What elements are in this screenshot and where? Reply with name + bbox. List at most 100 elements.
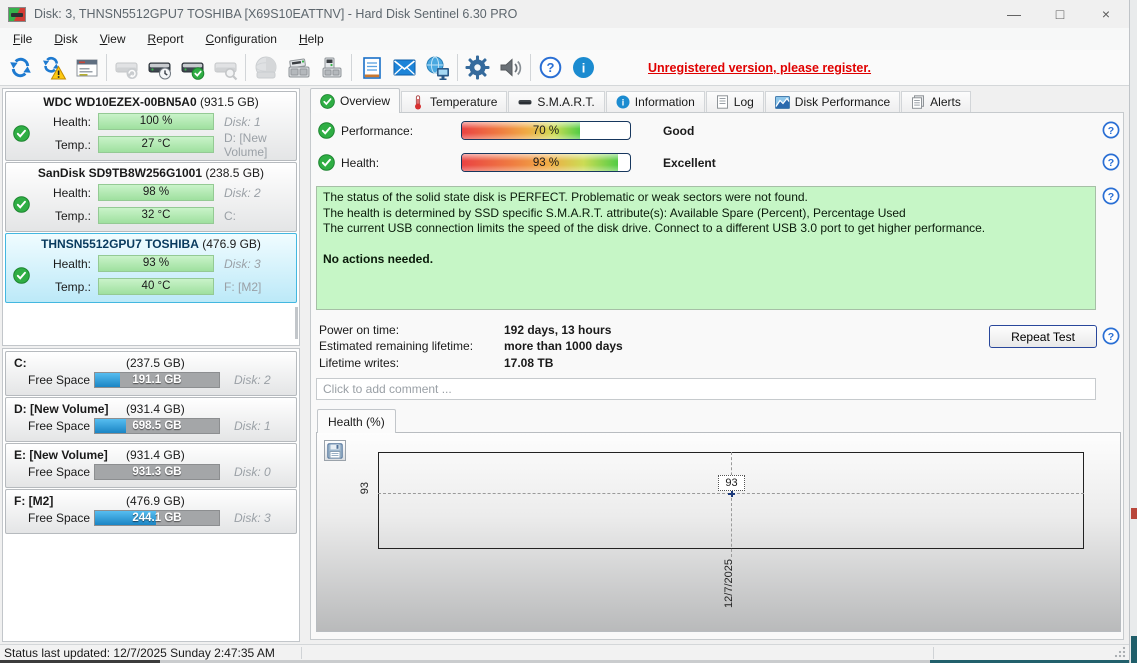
- health-row: Health: 93 % Excellent ?: [311, 153, 1123, 173]
- chart-tab-health[interactable]: Health (%): [317, 409, 396, 433]
- help-icon[interactable]: ?: [1102, 327, 1120, 345]
- point-value-label: 93: [718, 475, 745, 491]
- minimize-button[interactable]: —: [991, 0, 1037, 28]
- free-space-bar: 191.1 GB: [94, 372, 220, 388]
- disk-check-icon[interactable]: [176, 52, 209, 83]
- menu-view[interactable]: View: [89, 30, 137, 48]
- partition-list: C:(237.5 GB) Free Space 191.1 GB Disk: 2…: [2, 348, 300, 642]
- partition-item-c[interactable]: C:(237.5 GB) Free Space 191.1 GB Disk: 2: [5, 351, 297, 396]
- disk-volume: D: [New Volume]: [214, 131, 296, 159]
- register-link[interactable]: Unregistered version, please register.: [648, 61, 871, 75]
- tab-information[interactable]: i Information: [606, 91, 705, 113]
- health-value: 93 %: [462, 154, 630, 172]
- refresh-icon[interactable]: [4, 52, 37, 83]
- thermometer-icon: [411, 95, 425, 110]
- health-chart-panel: 93 12/7/2025 93: [316, 432, 1121, 632]
- chart-gridline-vertical: [731, 452, 732, 557]
- sidebar: WDC WD10EZEX-00BN5A0 (931.5 GB) Health: …: [2, 86, 302, 644]
- disk-undo-icon[interactable]: [110, 52, 143, 83]
- menu-configuration[interactable]: Configuration: [195, 30, 288, 48]
- health-ok-icon: [13, 267, 30, 284]
- partition-name: E: [New Volume]: [14, 448, 126, 462]
- maximize-button[interactable]: □: [1037, 0, 1083, 28]
- alerts-pages-icon: [911, 95, 925, 109]
- performance-row: Performance: 70 % Good ?: [311, 121, 1123, 141]
- y-axis-tick: 93: [359, 482, 371, 494]
- power-on-time-label: Power on time:: [319, 323, 499, 337]
- partition-name: F: [M2]: [14, 494, 126, 508]
- resize-grip[interactable]: [1114, 646, 1126, 658]
- tab-smart[interactable]: S.M.A.R.T.: [508, 91, 604, 113]
- sound-icon[interactable]: [494, 52, 527, 83]
- help-icon[interactable]: ?: [1102, 187, 1120, 205]
- settings-gear-icon[interactable]: [461, 52, 494, 83]
- info-icon[interactable]: i: [567, 52, 600, 83]
- disk-volume: C:: [214, 209, 296, 223]
- help-icon[interactable]: ?: [1102, 153, 1120, 171]
- disk-list-scrollbar[interactable]: [295, 307, 298, 339]
- health-label: Health:: [36, 257, 98, 271]
- disk-number: Disk: 1: [214, 115, 296, 129]
- no-actions-text: No actions needed.: [323, 252, 1089, 268]
- toolbar-separator: [351, 54, 352, 81]
- background-window-edge: [1129, 0, 1137, 663]
- email-icon[interactable]: [388, 52, 421, 83]
- tab-log[interactable]: Log: [706, 91, 764, 113]
- disk-number: Disk: 2: [214, 186, 296, 200]
- disk-size: (931.5 GB): [200, 95, 259, 109]
- disk-list: WDC WD10EZEX-00BN5A0 (931.5 GB) Health: …: [2, 88, 300, 346]
- tab-disk-performance[interactable]: Disk Performance: [765, 91, 900, 113]
- free-space-label: Free Space: [28, 373, 94, 387]
- performance-rating: Good: [663, 124, 694, 138]
- surface-sphere-icon[interactable]: [249, 52, 282, 83]
- health-rating: Excellent: [663, 156, 716, 170]
- tab-bar: Overview Temperature S.M.A.R.T. i Inform…: [310, 88, 972, 113]
- partition-item-e[interactable]: E: [New Volume](931.4 GB) Free Space 931…: [5, 443, 297, 488]
- tab-temperature[interactable]: Temperature: [401, 91, 507, 113]
- temp-bar: 27 °C: [98, 136, 214, 153]
- partition-size: (476.9 GB): [126, 494, 185, 508]
- disk-eject-icon[interactable]: [315, 52, 348, 83]
- tab-alerts[interactable]: Alerts: [901, 91, 971, 113]
- disk-list-item-2[interactable]: SanDisk SD9TB8W256G1001 (238.5 GB) Healt…: [5, 162, 297, 232]
- overview-panel: Performance: 70 % Good ? Health: 93 % Ex…: [310, 112, 1124, 640]
- disk-clock-icon[interactable]: [143, 52, 176, 83]
- health-ok-icon: [13, 125, 30, 142]
- disk-list-item-3-selected[interactable]: THNSN5512GPU7 TOSHIBA (476.9 GB) Health:…: [5, 233, 297, 303]
- help-icon[interactable]: ?: [1102, 121, 1120, 139]
- menu-disk[interactable]: Disk: [43, 30, 88, 48]
- help-icon[interactable]: ?: [534, 52, 567, 83]
- notes-icon[interactable]: [355, 52, 388, 83]
- free-space-bar: 244.1 GB: [94, 510, 220, 526]
- menu-help[interactable]: Help: [288, 30, 335, 48]
- refresh-warning-icon[interactable]: [37, 52, 70, 83]
- partition-size: (931.4 GB): [126, 448, 185, 462]
- tab-overview[interactable]: Overview: [310, 88, 400, 113]
- menu-file[interactable]: File: [2, 30, 43, 48]
- health-bar: 93 %: [98, 255, 214, 272]
- menu-report[interactable]: Report: [137, 30, 195, 48]
- comment-input[interactable]: [316, 378, 1096, 400]
- performance-bar: 70 %: [461, 121, 631, 140]
- health-ok-icon: [13, 196, 30, 213]
- repeat-test-button[interactable]: Repeat Test: [989, 325, 1097, 348]
- toolbar: ? i Unregistered version, please registe…: [0, 50, 1129, 86]
- disk-number: Disk: 3: [214, 257, 296, 271]
- app-window: Disk: 3, THNSN5512GPU7 TOSHIBA [X69S10EA…: [0, 0, 1129, 660]
- disk-model: THNSN5512GPU7 TOSHIBA: [41, 237, 199, 251]
- disk-dock-icon[interactable]: [282, 52, 315, 83]
- status-text-box: The status of the solid state disk is PE…: [316, 186, 1096, 310]
- partition-item-d[interactable]: D: [New Volume](931.4 GB) Free Space 698…: [5, 397, 297, 442]
- health-label: Health:: [341, 156, 379, 170]
- disk-search-icon[interactable]: [209, 52, 242, 83]
- save-chart-button[interactable]: [324, 440, 346, 461]
- status-bar: Status last updated: 12/7/2025 Sunday 2:…: [0, 644, 1129, 660]
- close-button[interactable]: ×: [1083, 0, 1129, 28]
- network-icon[interactable]: [421, 52, 454, 83]
- report-window-icon[interactable]: [70, 52, 103, 83]
- partition-item-f[interactable]: F: [M2](476.9 GB) Free Space 244.1 GB Di…: [5, 489, 297, 534]
- remaining-lifetime-value: more than 1000 days: [504, 339, 623, 353]
- status-line: The health is determined by SSD specific…: [323, 206, 1089, 222]
- disk-model: SanDisk SD9TB8W256G1001: [38, 166, 202, 180]
- disk-list-item-1[interactable]: WDC WD10EZEX-00BN5A0 (931.5 GB) Health: …: [5, 91, 297, 161]
